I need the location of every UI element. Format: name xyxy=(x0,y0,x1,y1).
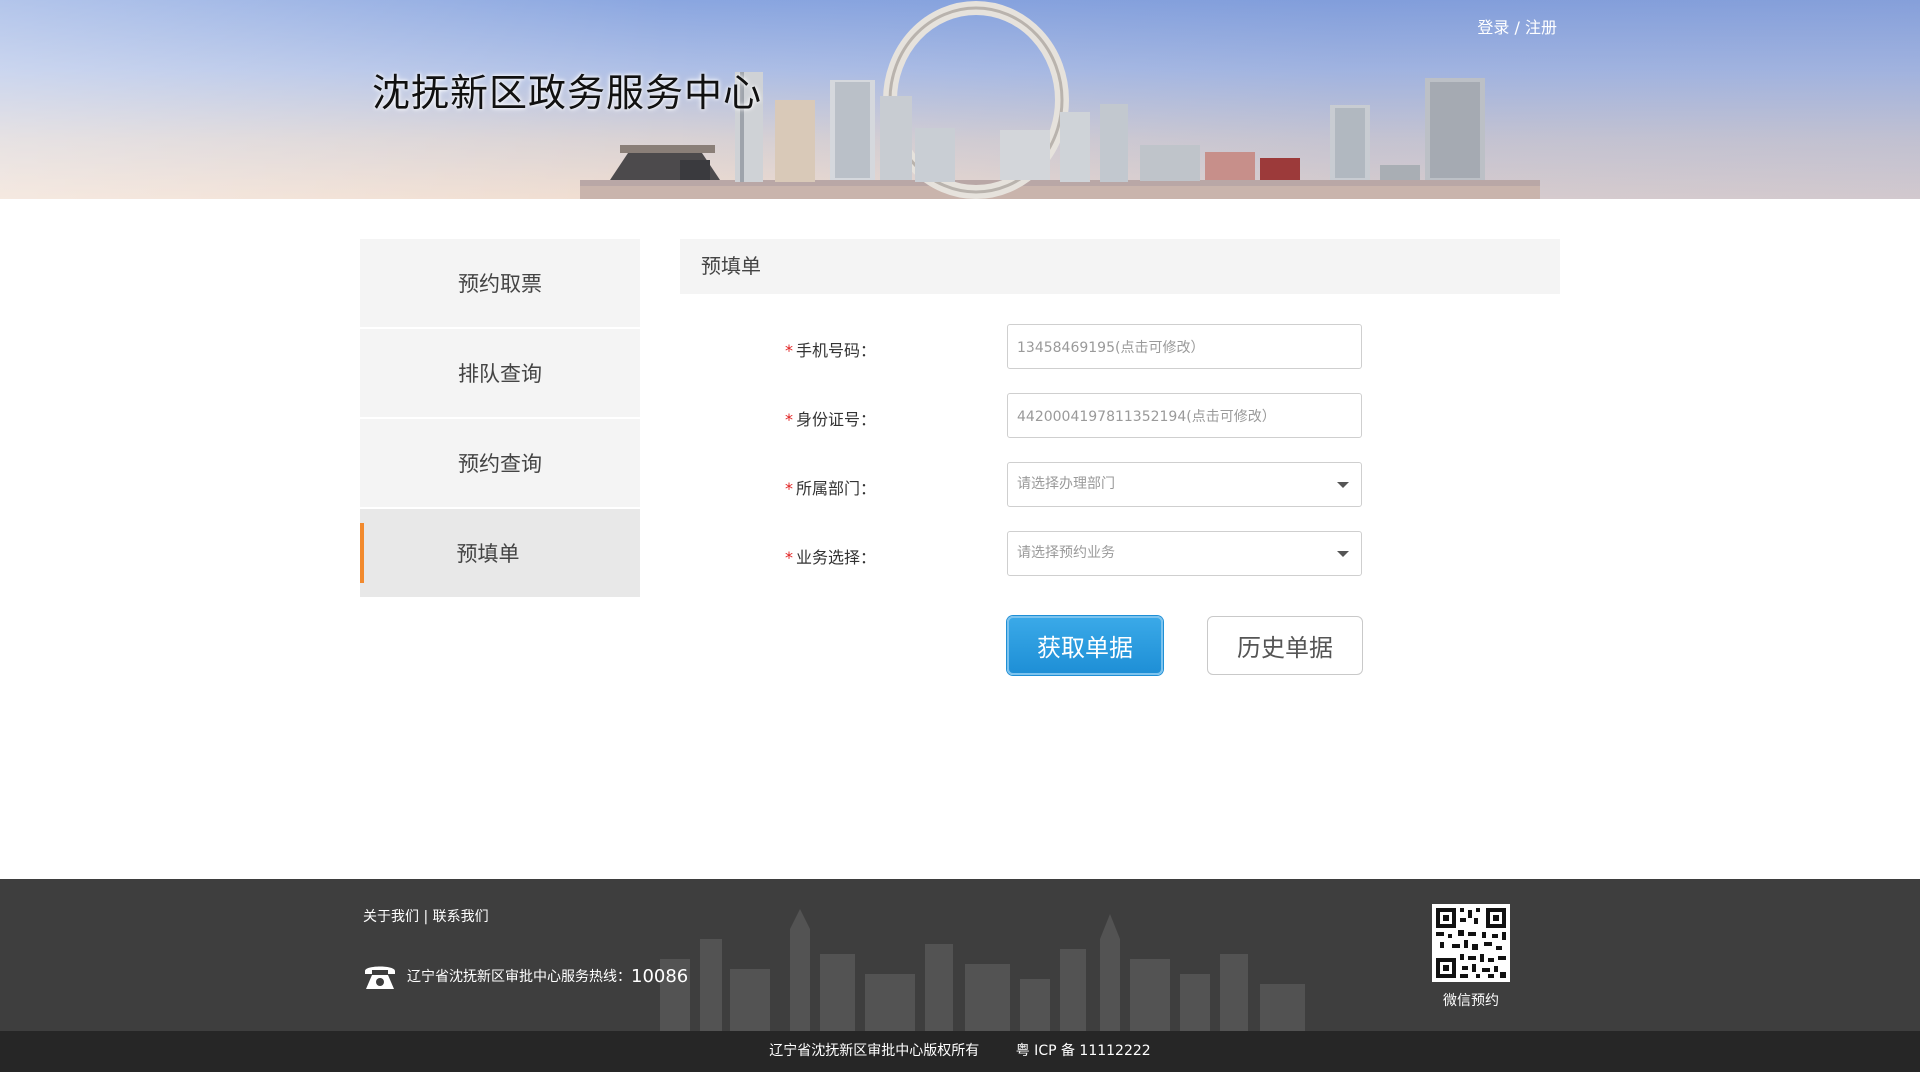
department-placeholder: 请选择办理部门 xyxy=(1017,476,1115,492)
id-card-row: * 身份证号： xyxy=(785,393,1362,439)
hotline: 辽宁省沈抚新区审批中心服务热线： 10086 xyxy=(363,962,688,990)
id-card-input[interactable] xyxy=(1017,394,1361,437)
about-us-link[interactable]: 关于我们 xyxy=(363,909,419,925)
phone-input[interactable] xyxy=(1017,325,1361,368)
sidebar-item-prefill-form[interactable]: 预填单 xyxy=(360,509,640,597)
required-mark: * xyxy=(784,341,793,360)
history-form-button[interactable]: 历史单据 xyxy=(1207,616,1363,675)
department-select[interactable]: 请选择办理部门 xyxy=(1007,462,1362,507)
department-label: * 所属部门： xyxy=(785,475,876,499)
qr-label: 微信预约 xyxy=(1443,993,1499,1009)
id-card-label-text: 身份证号： xyxy=(795,410,876,429)
sidebar-item-label: 预填单 xyxy=(456,542,520,566)
phone-label: * 手机号码： xyxy=(785,337,876,361)
caret-down-icon[interactable] xyxy=(1337,551,1349,557)
sidebar-item-label: 预约取票 xyxy=(458,272,542,296)
get-form-button[interactable]: 获取单据 xyxy=(1007,616,1163,675)
sidebar-nav: 预约取票 排队查询 预约查询 预填单 xyxy=(360,239,640,599)
contact-us-link[interactable]: 联系我们 xyxy=(433,909,489,925)
sidebar-item-reservation-query[interactable]: 预约查询 xyxy=(360,419,640,507)
business-placeholder: 请选择预约业务 xyxy=(1017,545,1115,561)
required-mark: * xyxy=(784,548,793,567)
business-label-text: 业务选择： xyxy=(795,548,876,567)
wechat-qr-code xyxy=(1432,904,1510,982)
id-card-label: * 身份证号： xyxy=(785,406,876,430)
register-link[interactable]: 注册 xyxy=(1525,18,1557,37)
telephone-icon xyxy=(365,966,395,989)
footer: 关于我们 | 联系我们 辽宁省沈抚新区审批中心服务热线： 10086 微信预约 xyxy=(0,879,1920,1031)
required-mark: * xyxy=(784,410,793,429)
copyright-bar: 辽宁省沈抚新区审批中心版权所有 粤 ICP 备 11112222 xyxy=(0,1031,1920,1072)
department-row: * 所属部门： 请选择办理部门 xyxy=(785,462,1362,508)
footer-divider: | xyxy=(423,909,429,925)
business-select[interactable]: 请选择预约业务 xyxy=(1007,531,1362,576)
copyright-text: 辽宁省沈抚新区审批中心版权所有 xyxy=(769,1043,980,1059)
phone-field[interactable] xyxy=(1007,324,1362,369)
icp-text: 粤 ICP 备 11112222 xyxy=(1015,1043,1151,1059)
hotline-number: 10086 xyxy=(631,965,689,987)
caret-down-icon[interactable] xyxy=(1337,482,1349,488)
sidebar-item-queue-query[interactable]: 排队查询 xyxy=(360,329,640,417)
sidebar-item-reserve-ticket[interactable]: 预约取票 xyxy=(360,239,640,327)
required-mark: * xyxy=(784,479,793,498)
auth-links: 登录 / 注册 xyxy=(1477,14,1557,38)
business-row: * 业务选择： 请选择预约业务 xyxy=(785,531,1362,577)
panel-title: 预填单 xyxy=(680,239,1560,294)
site-title: 沈抚新区政务服务中心 xyxy=(372,71,763,115)
footer-city-silhouette xyxy=(660,909,1305,1031)
sidebar-item-label: 排队查询 xyxy=(458,362,542,386)
auth-separator: / xyxy=(1514,18,1520,37)
phone-label-text: 手机号码： xyxy=(795,341,876,360)
sidebar-item-label: 预约查询 xyxy=(458,452,542,476)
login-link[interactable]: 登录 xyxy=(1477,18,1509,37)
footer-links: 关于我们 | 联系我们 xyxy=(363,906,489,926)
phone-row: * 手机号码： xyxy=(785,324,1362,370)
department-label-text: 所属部门： xyxy=(795,479,876,498)
hotline-text: 辽宁省沈抚新区审批中心服务热线： xyxy=(407,969,631,985)
business-label: * 业务选择： xyxy=(785,544,876,568)
header-banner: 沈抚新区政务服务中心 登录 / 注册 xyxy=(0,0,1920,199)
id-card-field[interactable] xyxy=(1007,393,1362,438)
